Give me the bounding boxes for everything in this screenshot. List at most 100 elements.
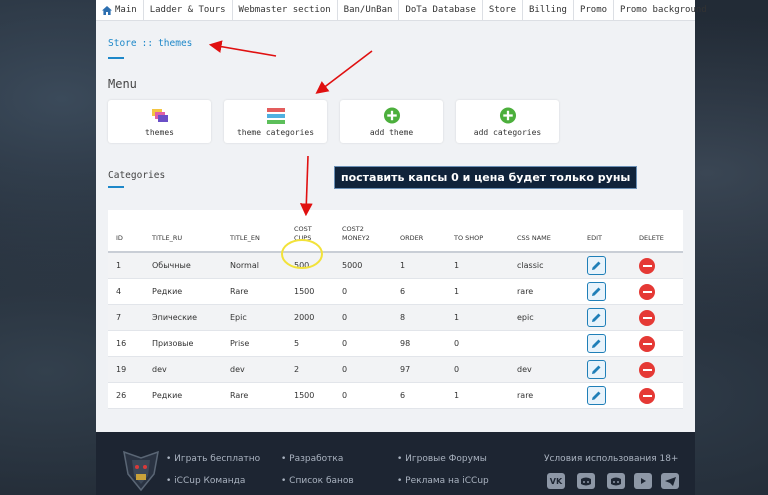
header-delete: DELETE <box>631 210 683 253</box>
cell-cost-money2: 5000 <box>334 252 392 279</box>
footer-link-forums[interactable]: • Игровые Форумы <box>397 454 487 464</box>
nav-item-label: Promo <box>579 5 608 15</box>
cell-css-name: rare <box>509 278 579 305</box>
cell-cost-cups: 2 <box>286 356 334 383</box>
cell-cost-cups: 2000 <box>286 304 334 331</box>
plus-circle-icon <box>499 107 516 124</box>
edit-button[interactable] <box>587 386 606 405</box>
youtube-icon[interactable] <box>634 473 652 489</box>
header-cost-money2-line1: COST2 <box>342 225 364 233</box>
menu-card-label: themes <box>145 128 174 137</box>
cell-cost-money2: 0 <box>334 278 392 305</box>
cell-title-ru: Эпические <box>144 304 222 331</box>
footer-link-bans[interactable]: • Список банов <box>281 476 354 486</box>
nav-item-promo-background[interactable]: Promo background <box>614 0 713 20</box>
delete-button[interactable] <box>639 309 655 326</box>
table-row: 7 Эпические Epic 2000 0 8 1 epic <box>108 304 683 331</box>
cell-css-name: rare <box>509 382 579 409</box>
plus-circle-icon <box>383 107 400 124</box>
edit-button[interactable] <box>587 256 606 275</box>
cell-css-name: epic <box>509 304 579 331</box>
nav-item-billing[interactable]: Billing <box>523 0 574 20</box>
cell-id: 1 <box>108 252 144 279</box>
delete-button[interactable] <box>639 387 655 404</box>
nav-item-label: Promo background <box>620 5 707 15</box>
cell-delete <box>631 278 683 305</box>
footer-link-label: Реклама на iCCup <box>405 476 489 486</box>
nav-item-label: DoTa Database <box>405 5 476 15</box>
iccup-logo-icon <box>123 450 159 492</box>
pencil-icon <box>592 313 601 322</box>
cell-delete <box>631 356 683 383</box>
cell-to-shop: 1 <box>446 278 509 305</box>
header-edit: EDIT <box>579 210 631 253</box>
nav-item-ladder[interactable]: Ladder & Tours <box>144 0 233 20</box>
cell-css-name <box>509 330 579 357</box>
delete-button[interactable] <box>639 257 655 274</box>
cell-title-ru: Призовые <box>144 330 222 357</box>
cell-to-shop: 1 <box>446 304 509 331</box>
cell-cost-money2: 0 <box>334 382 392 409</box>
delete-button[interactable] <box>639 335 655 352</box>
header-to-shop: TO SHOP <box>446 210 509 253</box>
categories-table: ID TITLE_RU TITLE_EN COST CUPS COST2 MONEY… <box>108 210 683 409</box>
minus-icon <box>642 342 652 345</box>
nav-item-label: Billing <box>529 5 567 15</box>
cell-edit <box>579 356 631 383</box>
footer-link-label: Играть бесплатно <box>174 454 261 464</box>
top-navigation: Main Ladder & Tours Webmaster section Ba… <box>96 0 707 21</box>
vk-icon[interactable]: VK <box>547 473 565 489</box>
stacked-layers-icon <box>151 109 168 122</box>
footer-link-development[interactable]: • Разработка <box>281 454 343 464</box>
menu-card-label: theme categories <box>236 128 315 137</box>
categories-title: Categories <box>108 170 166 181</box>
nav-item-main[interactable]: Main <box>96 0 144 20</box>
cell-to-shop: 0 <box>446 330 509 357</box>
cell-order: 8 <box>392 304 446 331</box>
telegram-icon[interactable] <box>661 473 679 489</box>
menu-card-theme-categories[interactable]: theme categories <box>224 100 327 143</box>
cell-delete <box>631 304 683 331</box>
breadcrumb-separator: :: <box>141 38 154 49</box>
header-title-ru: TITLE_RU <box>144 210 222 253</box>
cell-edit <box>579 304 631 331</box>
menu-card-add-categories[interactable]: add categories <box>456 100 559 143</box>
cell-order: 98 <box>392 330 446 357</box>
edit-button[interactable] <box>587 334 606 353</box>
nav-item-dota-database[interactable]: DoTa Database <box>399 0 483 20</box>
minus-icon <box>642 368 652 371</box>
pencil-icon <box>592 261 601 270</box>
footer-link-label: Игровые Форумы <box>405 454 487 464</box>
footer-terms[interactable]: Условия использования 18+ <box>544 454 678 464</box>
menu-card-add-theme[interactable]: add theme <box>340 100 443 143</box>
cell-title-en: dev <box>222 356 286 383</box>
discord-icon[interactable] <box>577 473 595 489</box>
cell-id: 7 <box>108 304 144 331</box>
breadcrumb-store-link[interactable]: Store <box>108 38 137 49</box>
nav-item-webmaster[interactable]: Webmaster section <box>233 0 338 20</box>
cell-delete <box>631 252 683 279</box>
menu-card-label: add categories <box>473 128 542 137</box>
nav-item-ban[interactable]: Ban/UnBan <box>338 0 400 20</box>
footer-link-team[interactable]: • iCCup Команда <box>166 476 245 486</box>
discord-icon[interactable] <box>607 473 625 489</box>
categories-underline <box>108 186 124 188</box>
cell-id: 19 <box>108 356 144 383</box>
cell-title-ru: dev <box>144 356 222 383</box>
nav-item-promo[interactable]: Promo <box>574 0 615 20</box>
cell-cost-cups: 5 <box>286 330 334 357</box>
edit-button[interactable] <box>587 360 606 379</box>
nav-item-store[interactable]: Store <box>483 0 523 20</box>
delete-button[interactable] <box>639 283 655 300</box>
menu-card-themes[interactable]: themes <box>108 100 211 143</box>
cell-edit <box>579 252 631 279</box>
footer-link-play[interactable]: • Играть бесплатно <box>166 454 260 464</box>
cell-title-ru: Редкие <box>144 382 222 409</box>
delete-button[interactable] <box>639 361 655 378</box>
footer-link-ads[interactable]: • Реклама на iCCup <box>397 476 489 486</box>
minus-icon <box>642 290 652 293</box>
edit-button[interactable] <box>587 308 606 327</box>
table-row: 19 dev dev 2 0 97 0 dev <box>108 356 683 383</box>
edit-button[interactable] <box>587 282 606 301</box>
nav-item-label: Store <box>488 5 516 15</box>
